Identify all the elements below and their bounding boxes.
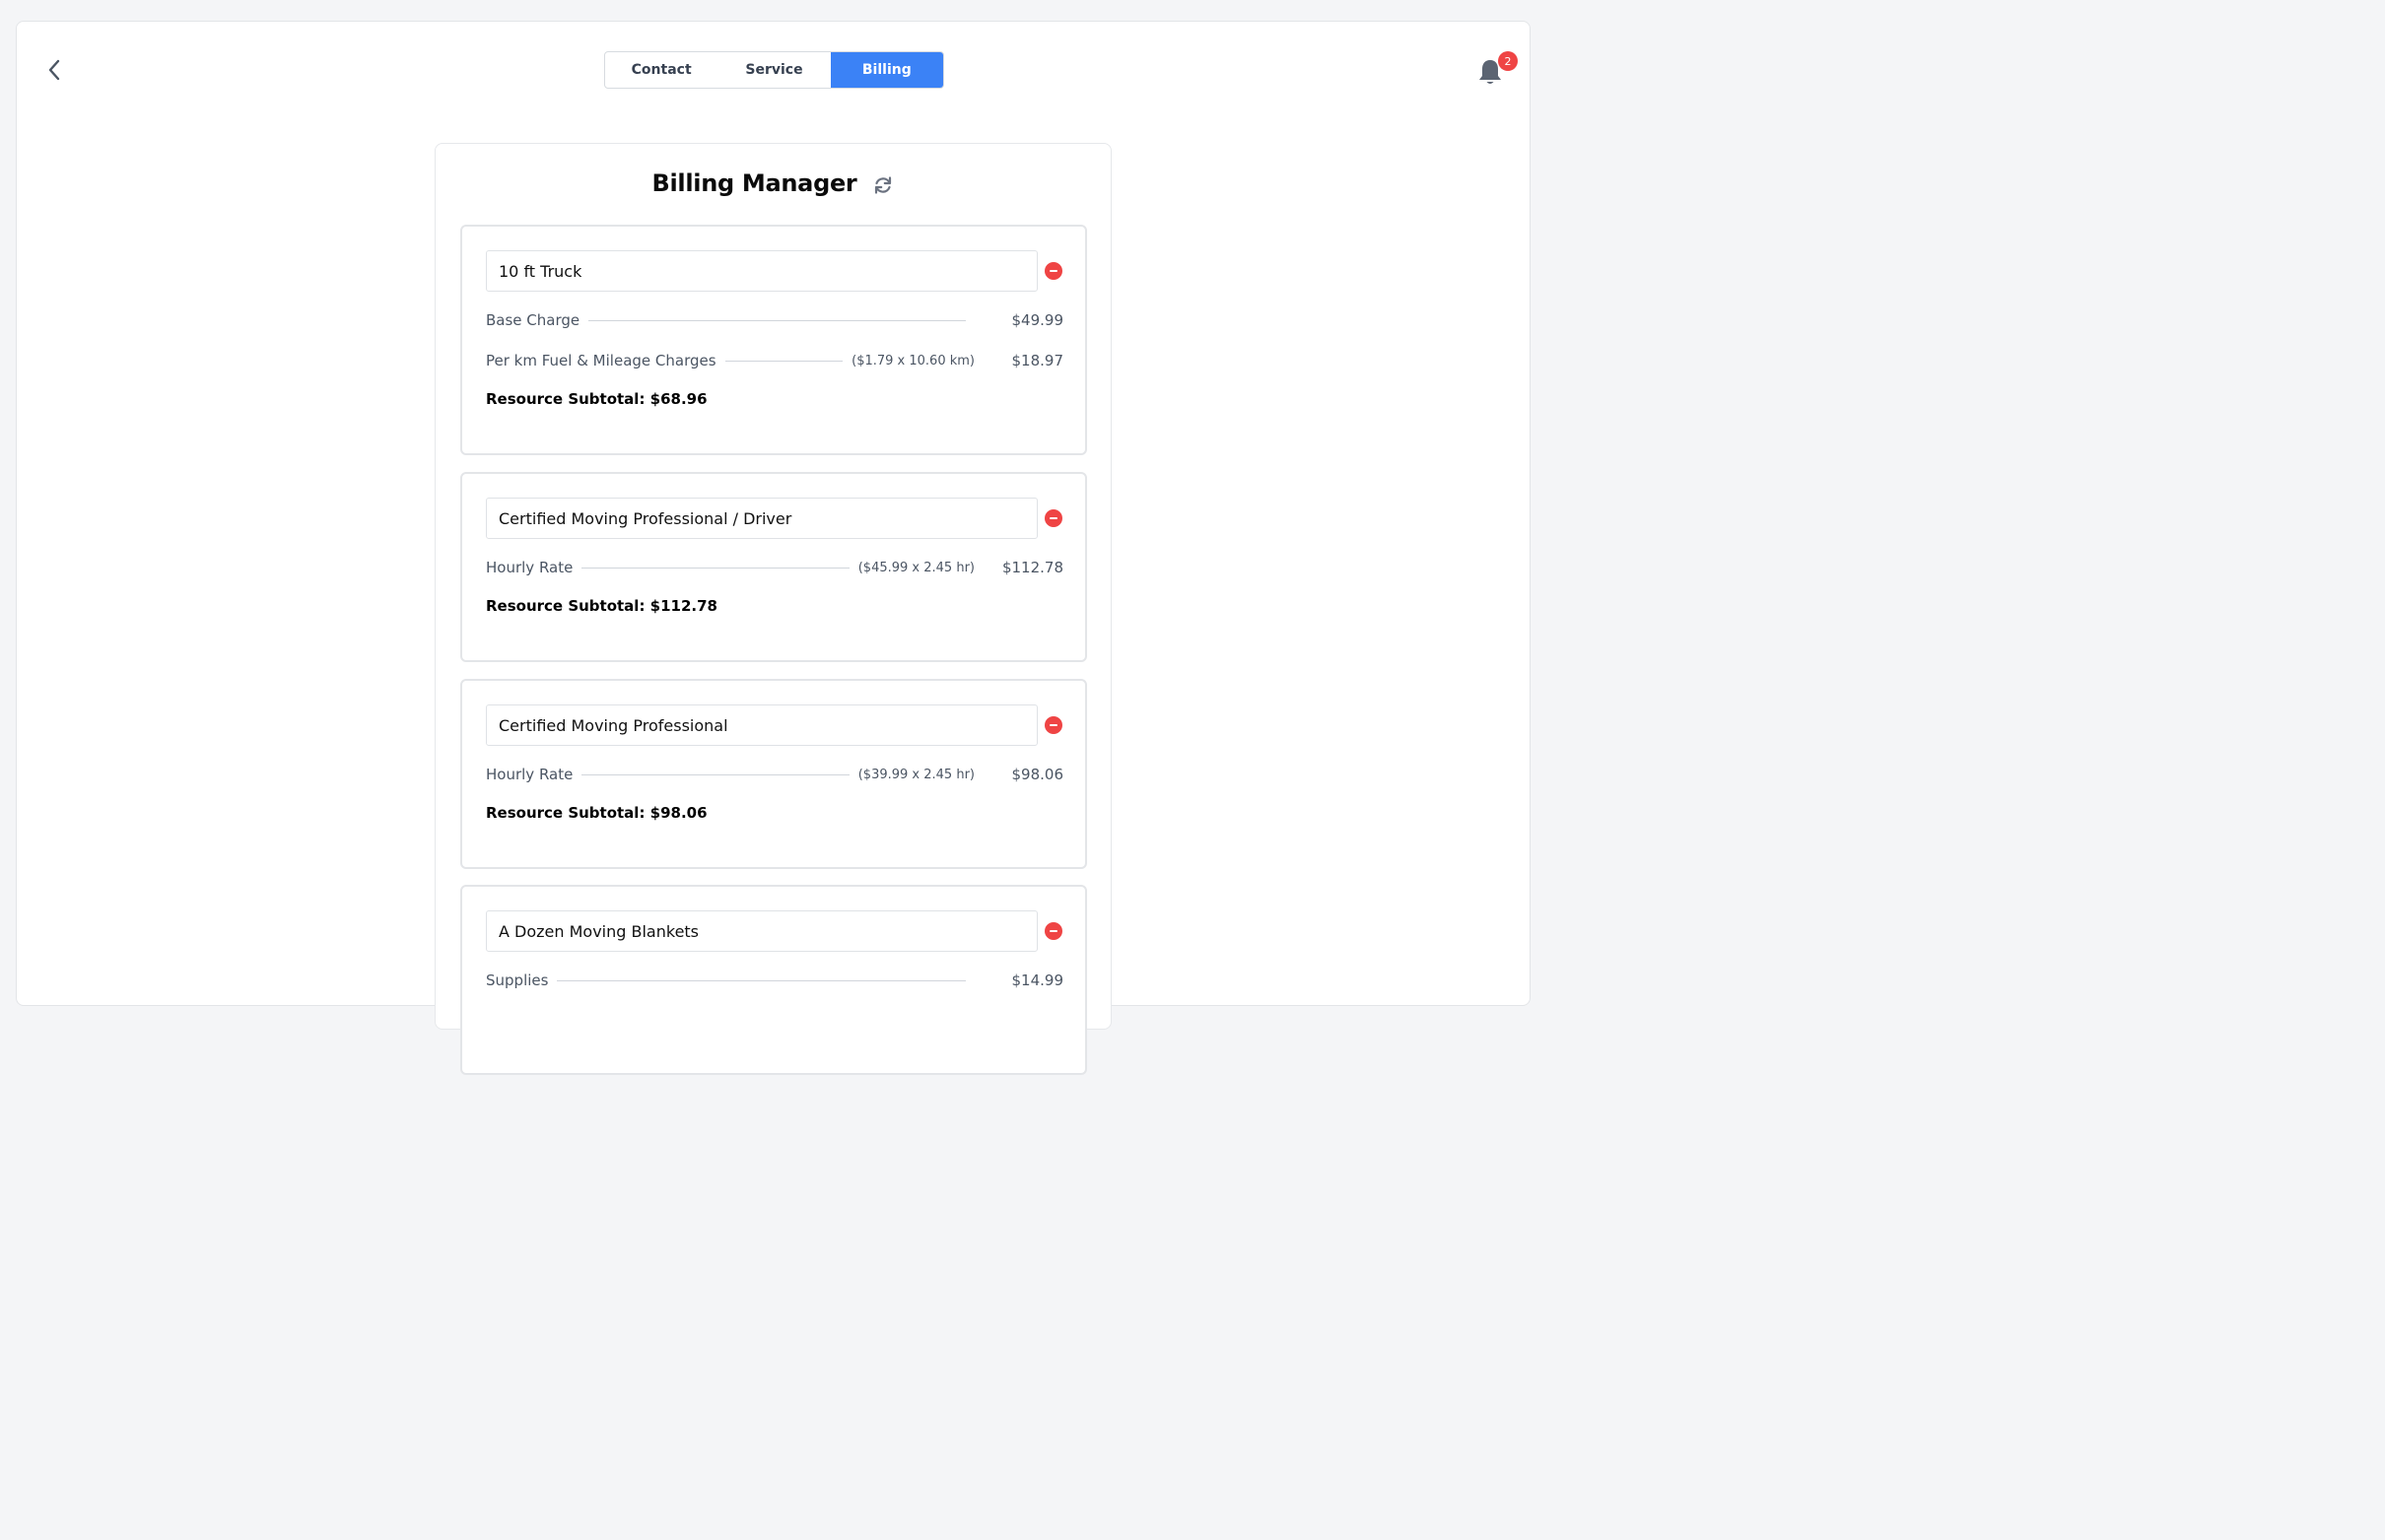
minus-icon [1050,930,1057,932]
resource-name-input[interactable] [486,250,1038,292]
step-tabs: Contact Service Billing [604,51,944,89]
leader-line [724,360,844,362]
charge-line: Per km Fuel & Mileage Charges ($1.79 x 1… [486,349,1063,372]
remove-resource-button[interactable] [1045,716,1062,734]
chevron-left-icon [48,59,60,81]
charge-label: Supplies [486,971,549,989]
remove-resource-button[interactable] [1045,922,1062,940]
tab-billing[interactable]: Billing [830,52,943,88]
leader-line [581,567,850,569]
tab-contact[interactable]: Contact [605,52,717,88]
charge-amount: $49.99 [1011,311,1064,329]
resource-subtotal: Resource Subtotal: $112.78 [486,597,717,615]
page-title: Billing Manager [651,169,857,197]
leader-line [588,319,966,321]
minus-icon [1050,270,1057,272]
minus-icon [1050,517,1057,519]
refresh-icon[interactable] [872,174,894,196]
charge-amount: $112.78 [1001,559,1063,576]
back-button[interactable] [42,55,66,85]
leader-line [557,979,966,981]
charge-amount: $98.06 [1011,766,1064,783]
charge-line: Base Charge $49.99 [486,308,1063,332]
resource-subtotal: Resource Subtotal: $98.06 [486,804,708,822]
charge-label: Base Charge [486,311,580,329]
charge-amount: $14.99 [1011,971,1064,989]
minus-icon [1050,724,1057,726]
remove-resource-button[interactable] [1045,509,1062,527]
resource-name-input[interactable] [486,910,1038,952]
remove-resource-button[interactable] [1045,262,1062,280]
resource-name-input[interactable] [486,704,1038,746]
charge-label: Hourly Rate [486,559,574,576]
resource-subtotal: Resource Subtotal: $68.96 [486,390,708,408]
resource-card: Base Charge $49.99 Per km Fuel & Mileage… [460,225,1087,455]
charge-line: Supplies $14.99 [486,969,1063,992]
charge-calc: ($45.99 x 2.45 hr) [857,560,975,575]
panel-header: Billing Manager [436,169,1111,197]
tab-service[interactable]: Service [717,52,830,88]
charge-line: Hourly Rate ($45.99 x 2.45 hr) $112.78 [486,556,1063,579]
leader-line [581,773,850,775]
charge-label: Per km Fuel & Mileage Charges [486,352,716,369]
billing-manager-panel: Billing Manager Base Charge $49.99 Per k… [435,143,1112,1075]
resource-card: Hourly Rate ($45.99 x 2.45 hr) $112.78 R… [460,472,1087,662]
charge-calc: ($1.79 x 10.60 km) [852,353,975,368]
resource-name-input[interactable] [486,498,1038,539]
resource-card: Hourly Rate ($39.99 x 2.45 hr) $98.06 Re… [460,679,1087,869]
charge-label: Hourly Rate [486,766,574,783]
charge-line: Hourly Rate ($39.99 x 2.45 hr) $98.06 [486,763,1063,786]
resource-card: Supplies $14.99 [460,885,1087,1075]
charge-calc: ($39.99 x 2.45 hr) [857,767,975,782]
charge-amount: $18.97 [1011,352,1064,369]
notification-badge: 2 [1498,51,1518,71]
